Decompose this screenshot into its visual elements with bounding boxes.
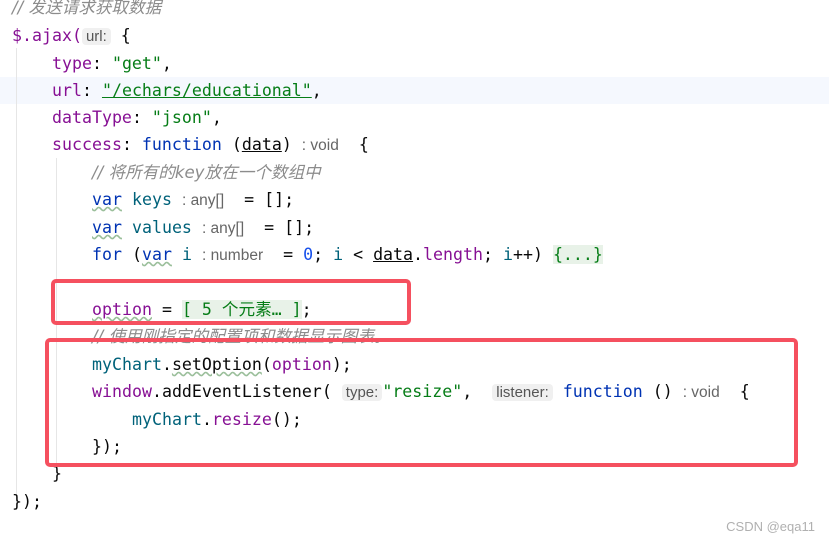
code-line: var keys : any[] = []; (92, 190, 295, 209)
code-line: }); (12, 492, 42, 511)
comment-line: // 将所有的key放在一个数组中 (92, 163, 321, 182)
code-line: dataType: "json", (52, 108, 222, 127)
code-line: var values : any[] = []; (92, 218, 315, 237)
key: success (52, 135, 122, 154)
string[interactable]: "/echars/educational" (102, 81, 312, 100)
code-line: url: "/echars/educational", (52, 81, 322, 100)
highlight-box (45, 338, 798, 467)
keyword: function (141, 135, 222, 154)
ajax-call: $.ajax( (12, 26, 82, 45)
type-hint: : void (301, 137, 339, 154)
code-line: success: function (data) : void { (52, 135, 369, 154)
identifier: values (131, 218, 192, 237)
identifier: i (181, 245, 192, 264)
key: type (52, 54, 92, 73)
param-hint: url: (81, 28, 111, 45)
string: "json" (151, 108, 212, 127)
comment-line: // 发送请求获取数据 (12, 0, 162, 17)
property: length (423, 245, 483, 264)
identifier: i (333, 245, 344, 264)
folded-block[interactable]: {...} (552, 245, 603, 264)
highlight-box (51, 279, 411, 325)
param: data (241, 135, 282, 154)
number: 0 (303, 245, 314, 264)
code-line: for (var i : number = 0; i < data.length… (92, 245, 603, 264)
identifier: data (373, 245, 414, 264)
string: "get" (111, 54, 162, 73)
key: url (52, 81, 82, 100)
keyword: var (92, 218, 122, 237)
indent-guide (16, 48, 17, 510)
type-hint: : any[] (181, 192, 225, 209)
watermark: CSDN @eqa11 (726, 519, 815, 534)
code-line: type: "get", (52, 54, 172, 73)
key: dataType (52, 108, 132, 127)
brace: { (110, 26, 131, 45)
identifier: keys (131, 190, 172, 209)
keyword: var (141, 245, 172, 264)
keyword: var (92, 190, 122, 209)
code-line: $.ajax(url: { (12, 22, 131, 49)
type-hint: : any[] (201, 220, 245, 237)
type-hint: : number (201, 247, 264, 264)
